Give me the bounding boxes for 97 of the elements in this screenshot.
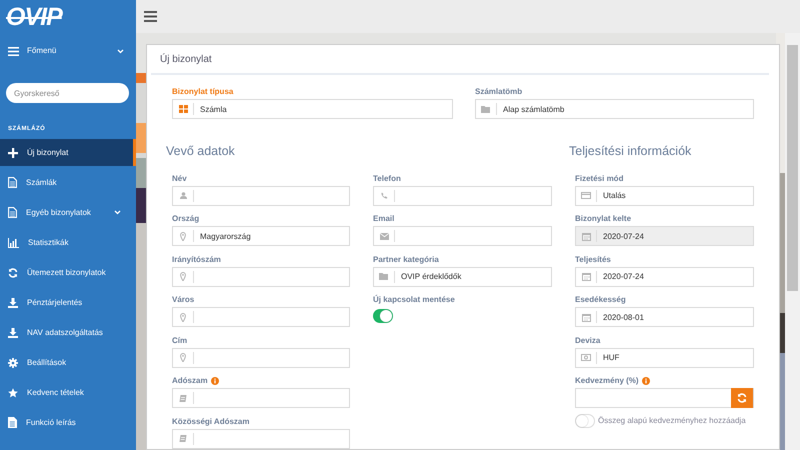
- id-card-icon: [179, 394, 187, 402]
- download-icon: [8, 298, 18, 308]
- field-label: Fizetési mód: [575, 172, 624, 184]
- field-label: Partner kategória: [373, 254, 440, 266]
- calendar-icon: [582, 232, 590, 240]
- text-field[interactable]: Alap számlatömb: [475, 99, 754, 119]
- refresh-icon: [737, 393, 747, 403]
- toggle-switch[interactable]: [373, 309, 393, 323]
- sidebar-item[interactable]: Statisztikák: [0, 229, 136, 256]
- calendar-icon: [582, 272, 590, 281]
- text-field[interactable]: Utalás: [575, 186, 754, 206]
- main-menu-toggle[interactable]: Főmenü: [0, 36, 136, 66]
- text-field[interactable]: [172, 388, 350, 408]
- field-label: Telefon: [373, 172, 402, 184]
- logo[interactable]: OVIP: [0, 0, 136, 34]
- sidebar-item[interactable]: Funkció leírás: [0, 409, 136, 436]
- phone-icon: [380, 192, 388, 199]
- grid-icon: [178, 105, 188, 113]
- text-field[interactable]: OVIP érdeklődők: [373, 266, 552, 286]
- text-field[interactable]: [373, 226, 552, 246]
- file-icon: [8, 417, 17, 428]
- text-field[interactable]: 2020-07-24: [575, 266, 754, 286]
- field-label: Új kapcsolat mentése: [373, 294, 456, 306]
- field-label: Név: [172, 172, 188, 184]
- document-icon: [8, 177, 17, 188]
- text-field[interactable]: Magyarország: [172, 226, 350, 246]
- refresh-icon: [8, 268, 18, 278]
- field-label: Email: [373, 213, 396, 225]
- field-label: Közösségi Adószam: [172, 416, 250, 428]
- section-heading: Vevő adatok: [166, 142, 236, 160]
- field-label: Számlatömb: [475, 86, 524, 98]
- banknote-icon: [581, 354, 591, 361]
- plus-icon: [8, 148, 18, 158]
- text-field[interactable]: Számla: [172, 99, 453, 119]
- refresh-button[interactable]: [731, 388, 753, 408]
- text-field[interactable]: [172, 307, 350, 327]
- gear-icon: [8, 358, 18, 368]
- toggle-switch[interactable]: [575, 414, 595, 428]
- input-field[interactable]: HUF: [597, 348, 753, 366]
- sidebar-item[interactable]: NAV adatszolgáltatás: [0, 319, 136, 346]
- location-pin-icon: [180, 312, 186, 322]
- calendar-icon: [582, 312, 590, 322]
- section-heading: Teljesítési információk: [569, 142, 692, 160]
- field-label: Teljesítés: [575, 254, 612, 266]
- envelope-icon: [380, 232, 388, 240]
- sidebar-item[interactable]: Kedvenc tételek: [0, 379, 136, 406]
- sidebar-item[interactable]: Egyéb bizonylatok: [0, 199, 136, 226]
- input-field[interactable]: Magyarország: [194, 227, 349, 245]
- input-field[interactable]: Számla: [194, 100, 452, 118]
- scrollbar-thumb[interactable]: [787, 45, 798, 291]
- credit-card-icon: [581, 192, 591, 199]
- location-pin-icon: [180, 353, 186, 362]
- document-icon: [8, 207, 17, 218]
- download-icon: [8, 328, 18, 338]
- field-label: Kedvezmény (%): [575, 373, 754, 388]
- input-field[interactable]: OVIP érdeklődők: [395, 268, 551, 286]
- location-pin-icon: [180, 272, 186, 281]
- text-field[interactable]: 2020-08-01: [575, 307, 754, 327]
- folder-icon: [379, 273, 389, 280]
- bar-chart-icon: [8, 238, 19, 248]
- field-label: Cím: [172, 334, 188, 346]
- user-icon: [180, 192, 186, 199]
- field-label: Irányítószám: [172, 254, 222, 266]
- location-pin-icon: [180, 232, 186, 240]
- input-field[interactable]: Alap számlatömb: [497, 100, 753, 118]
- chevron-down-icon: [117, 48, 124, 54]
- field-label: Adószam: [172, 373, 350, 388]
- input-field[interactable]: Utalás: [597, 186, 753, 204]
- text-field[interactable]: [172, 186, 350, 206]
- field-label: Ország: [172, 213, 200, 225]
- text-field[interactable]: [575, 388, 754, 408]
- id-card-icon: [179, 435, 187, 442]
- field-label: Deviza: [575, 334, 602, 346]
- sidebar-item[interactable]: Ütemezett bizonylatok: [0, 259, 136, 286]
- field-label: Város: [172, 294, 196, 306]
- scrollbar[interactable]: [785, 33, 800, 450]
- text-field[interactable]: [172, 348, 350, 368]
- field-label: Esedékesség: [575, 294, 627, 306]
- text-field[interactable]: [172, 266, 350, 286]
- input-field[interactable]: 2020-07-24: [597, 268, 753, 286]
- card-title: Új bizonylat: [151, 45, 769, 75]
- field-label: Bizonylat típusa: [172, 86, 234, 98]
- text-field[interactable]: HUF: [575, 348, 754, 368]
- text-field[interactable]: [373, 186, 552, 206]
- star-icon: [8, 388, 18, 398]
- toggle-label: Összeg alapú kedvezményhez hozzáadja: [598, 414, 746, 426]
- sidebar-item[interactable]: Beállítások: [0, 349, 136, 376]
- field-label: Bizonylat kelte: [575, 213, 632, 225]
- sidebar-item[interactable]: Új bizonylat: [0, 139, 136, 166]
- menu-icon: [8, 46, 19, 56]
- sidebar-item[interactable]: Számlák: [0, 169, 136, 196]
- sidebar-item[interactable]: Pénztárjelentés: [0, 289, 136, 316]
- folder-icon: [481, 106, 491, 112]
- menu-icon[interactable]: [144, 11, 157, 22]
- input-field[interactable]: 2020-08-01: [597, 308, 753, 326]
- quick-search-field[interactable]: Gyorskereső: [6, 83, 129, 103]
- text-field[interactable]: [172, 428, 350, 448]
